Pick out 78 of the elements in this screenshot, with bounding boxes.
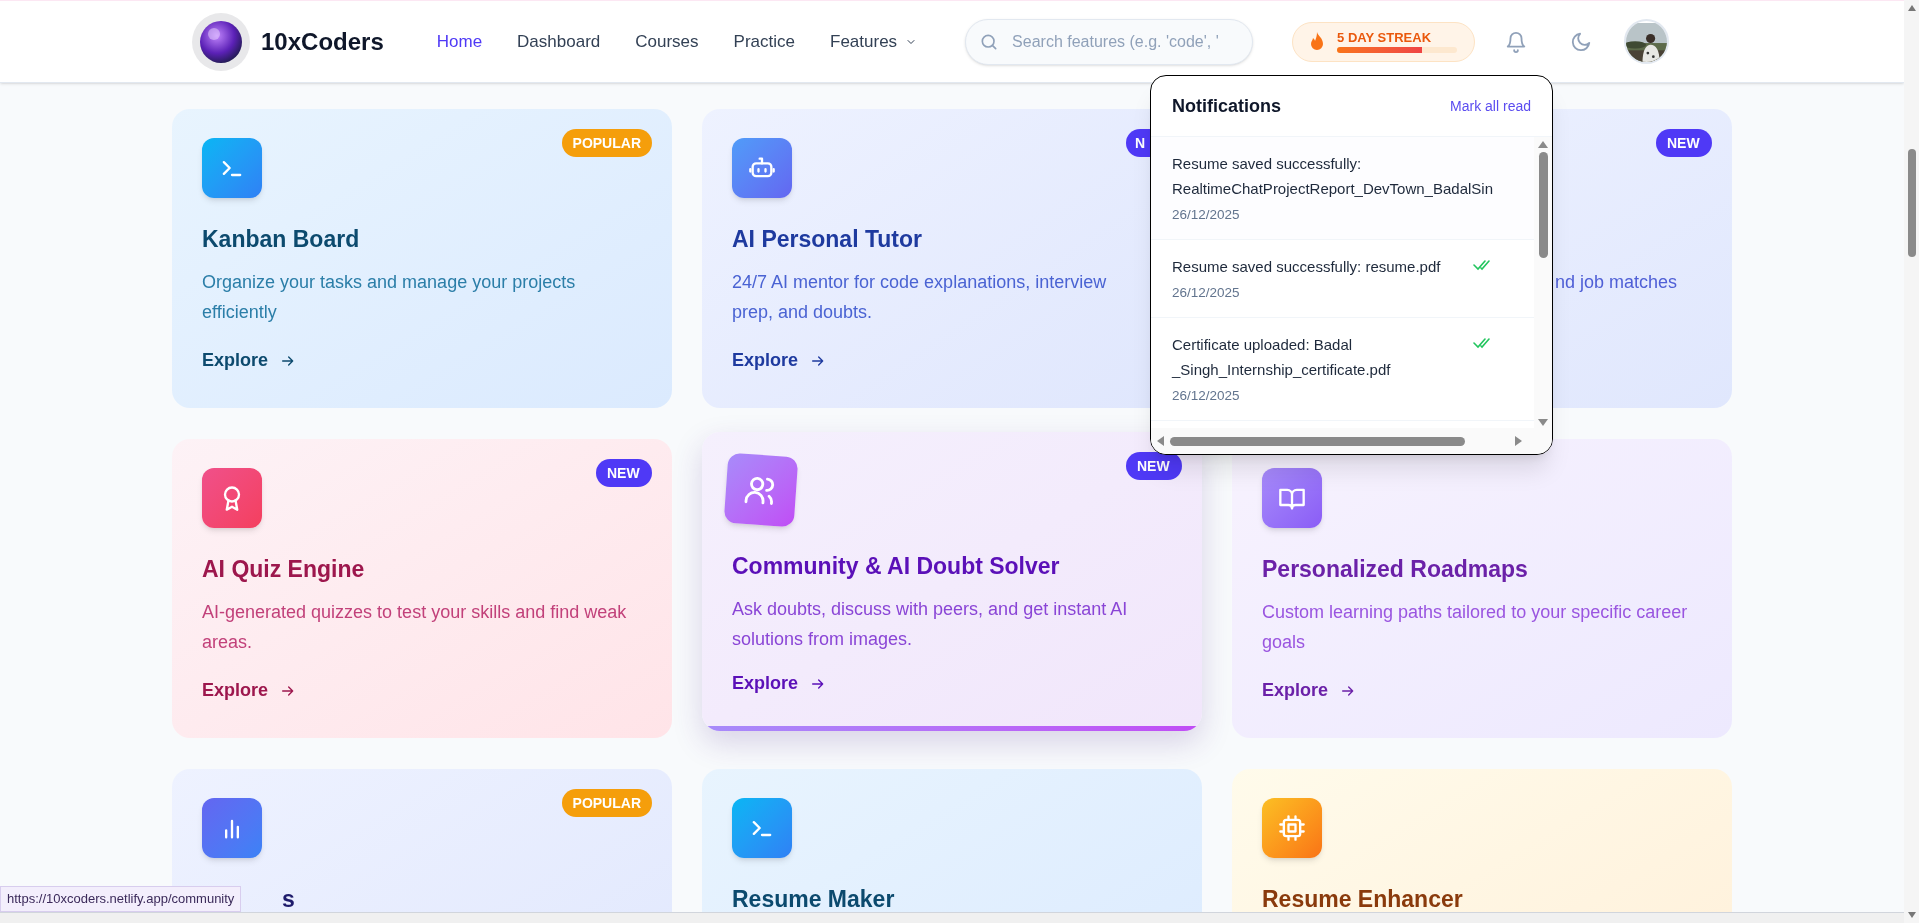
brand-name[interactable]: 10xCoders — [261, 23, 384, 60]
terminal-icon — [202, 138, 262, 198]
card-title: Personalized Roadmaps — [1262, 555, 1528, 584]
popular-badge: POPULAR — [561, 129, 652, 157]
card-title: Resume Maker — [732, 885, 895, 912]
notification-text: Certificate uploaded: Badal _Singh_Internship_certificate.pdf — [1172, 335, 1392, 380]
notification-date: 26/12/2025 — [1172, 284, 1241, 302]
new-badge: NEW — [1126, 452, 1182, 480]
new-badge: N — [1126, 129, 1150, 157]
horizontal-scrollbar[interactable] — [0, 912, 1904, 923]
explore-link[interactable]: Explore — [732, 670, 1172, 697]
explore-link[interactable]: Explore — [1262, 677, 1702, 704]
search-field[interactable]: Search features (e.g. 'code', ' — [965, 18, 1254, 65]
notification-text: Resume saved successfully: RealtimeChatProjectReport_DevTown_BadalSin — [1172, 154, 1494, 199]
card-title: Resume Enhancer — [1262, 885, 1463, 912]
card-title: s — [282, 885, 295, 912]
scroll-left-icon[interactable] — [1157, 436, 1164, 446]
new-badge: NEW — [1656, 129, 1712, 157]
terminal-icon — [732, 798, 792, 858]
nav-link[interactable]: Home — [436, 28, 483, 55]
card-title: AI Quiz Engine — [202, 555, 365, 584]
card-description: 24/7 AI mentor for code explanations, interview prep, and doubts. — [732, 271, 1108, 324]
notification-item[interactable]: Certificate uploaded: Badal _Singh_Internship_certificate.pdf 26/12/2025 — [1151, 318, 1534, 421]
scrollbar-thumb[interactable] — [1907, 149, 1916, 257]
notification-item[interactable]: Resume saved successfully: resume.pdf 26/12/2025 — [1151, 240, 1534, 318]
double-check-icon — [1473, 259, 1491, 271]
moon-icon[interactable] — [1570, 30, 1593, 53]
notification-date: 26/12/2025 — [1172, 387, 1241, 405]
scroll-up-icon[interactable] — [1538, 141, 1548, 148]
notification-bell-icon[interactable] — [1505, 30, 1528, 53]
award-icon — [202, 468, 262, 528]
nav-link[interactable]: Practice — [733, 28, 795, 55]
scroll-right-icon[interactable] — [1515, 436, 1522, 446]
feature-card[interactable]: Resume Maker — [702, 769, 1202, 912]
card-description: Custom learning paths tailored to your specific career goals — [1262, 601, 1689, 654]
open-book-icon — [1262, 468, 1322, 528]
explore-link[interactable]: Explore — [202, 347, 642, 374]
vertical-scrollbar[interactable] — [1904, 0, 1919, 923]
users-icon — [723, 452, 799, 528]
feature-card[interactable]: POPULAR Kanban Board Organize your tasks and manage your projects efficiently Explore — [172, 109, 672, 408]
streak-label: 5 DAY STREAK — [1337, 30, 1432, 45]
scroll-down-icon[interactable] — [1907, 912, 1916, 918]
card-title: AI Personal Tutor — [732, 225, 922, 254]
nav-link[interactable]: Dashboard — [517, 28, 601, 55]
double-check-icon — [1473, 337, 1491, 349]
scrollbar-thumb[interactable] — [1538, 152, 1548, 258]
explore-link[interactable]: Explore — [732, 347, 1150, 374]
card-title: Kanban Board — [202, 225, 360, 254]
chip-icon — [1262, 798, 1322, 858]
feature-card[interactable]: Personalized Roadmaps Custom learning paths tailored to your specific career goals Explore — [1232, 439, 1732, 738]
feature-card[interactable]: NEW Community & AI Doubt Solver Ask doubts, discuss with peers, and get instant AI solutions from images. Explore — [702, 432, 1202, 731]
bar-chart-icon — [202, 798, 262, 858]
link-url-tooltip: https://10xcoders.netlify.app/community — [0, 886, 242, 912]
notification-date: 26/12/2025 — [1172, 206, 1241, 224]
notification-item[interactable]: Resume saved successfully: RealtimeChatProjectReport_DevTown_BadalSin 26/12/2025 — [1151, 137, 1534, 240]
robot-icon — [732, 138, 792, 198]
nav-link[interactable]: Features — [830, 28, 918, 55]
feature-card[interactable]: Resume Enhancer — [1232, 769, 1732, 912]
scroll-down-icon[interactable] — [1538, 419, 1548, 426]
card-description: nd job matches — [1555, 271, 1678, 294]
panel-vertical-scrollbar[interactable] — [1534, 137, 1552, 428]
feature-card[interactable]: NEW AI Quiz Engine AI-generated quizzes to test your skills and find weak areas. Explore — [172, 439, 672, 738]
popular-badge: POPULAR — [561, 789, 652, 817]
nav-link[interactable]: Courses — [635, 28, 699, 55]
card-description: AI-generated quizzes to test your skills and find weak areas. — [202, 601, 628, 654]
card-description: Ask doubts, discuss with peers, and get instant AI solutions from images. — [732, 598, 1129, 651]
flame-icon — [1309, 32, 1326, 51]
mark-all-read-link[interactable]: Mark all read — [1450, 95, 1531, 117]
new-badge: NEW — [596, 459, 652, 487]
scrollbar-thumb[interactable] — [1170, 436, 1465, 446]
scroll-up-icon[interactable] — [1907, 5, 1916, 11]
panel-horizontal-scrollbar[interactable] — [1151, 428, 1552, 454]
panel-title: Notifications — [1172, 94, 1281, 118]
notification-text: Resume saved successfully: resume.pdf — [1172, 257, 1442, 277]
card-title: Community & AI Doubt Solver — [732, 552, 1060, 581]
feature-card[interactable]: N AI Personal Tutor 24/7 AI mentor for code explanations, interview prep, and doubts. Explore — [702, 109, 1150, 408]
explore-link[interactable]: Explore — [202, 677, 642, 704]
card-description: Organize your tasks and manage your projects efficiently — [202, 271, 577, 324]
